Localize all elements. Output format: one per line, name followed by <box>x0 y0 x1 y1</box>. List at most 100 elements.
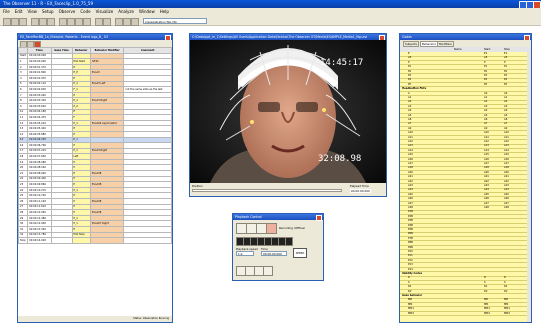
code-name: A9 <box>408 126 412 130</box>
code-name: P1 <box>408 65 412 69</box>
code-start-key: P5 <box>484 82 488 86</box>
code-stop-key: S <box>504 280 506 284</box>
layout-icon[interactable] <box>123 18 131 26</box>
comment-cell[interactable] <box>123 237 172 244</box>
code-name: MM2 <box>408 311 414 315</box>
menu-setup[interactable]: Setup <box>42 9 54 14</box>
code-stop-key: MB <box>504 298 508 302</box>
elapsed-value: 00:00:00.000 <box>350 189 371 193</box>
code-name: A <box>408 91 410 95</box>
stop-icon[interactable] <box>266 223 277 234</box>
stop-observation-icon[interactable] <box>103 18 111 26</box>
code-start-key: P4 <box>484 78 488 82</box>
code-name: A10 <box>408 131 413 135</box>
event-log-window: EX_FaceRecBB_1a_Eldeplot, Roberts - Even… <box>17 33 173 323</box>
code-stop-key: D <box>504 276 506 280</box>
playback-title: Playback Control <box>233 214 323 220</box>
row-number[interactable]: Stop <box>18 237 29 244</box>
code-name: A5 <box>408 56 412 60</box>
code-stop-key: P4 <box>504 78 508 82</box>
main-toolbar: preregistration fbp.lrtp <box>0 16 541 26</box>
video-window: C:\Data\ppt_m_1\Settings\All Users\Appli… <box>189 33 387 197</box>
observe-icon[interactable] <box>67 18 75 26</box>
save-icon[interactable] <box>19 18 27 26</box>
open-icon[interactable] <box>11 18 19 26</box>
code-stop-key: A14 <box>504 148 509 152</box>
code-stop-key: P5 <box>504 82 508 86</box>
code-start-key: P <box>484 60 486 64</box>
menu-code[interactable]: Code <box>80 9 90 14</box>
menu-observe[interactable]: Observe <box>59 9 76 14</box>
code-start-key: D1 <box>484 285 488 289</box>
start-observation-icon[interactable] <box>95 18 103 26</box>
code-start-key: MB <box>484 298 488 302</box>
new-icon[interactable] <box>3 18 11 26</box>
cut-icon[interactable] <box>31 18 39 26</box>
visualize-icon[interactable] <box>75 18 83 26</box>
settings-icon[interactable] <box>263 266 273 276</box>
close-icon[interactable] <box>316 215 322 221</box>
code-name: A18 <box>408 166 413 170</box>
codes-list: E E1 E1 A5 A5 A5 P P P P1 P1 P1 P2 P2 P2 P3 P3 P3 P4 P4 P4 P5… <box>400 52 527 322</box>
modifier-cell[interactable] <box>89 237 125 244</box>
code-name: P13 <box>408 263 413 267</box>
code-start-key: MM <box>484 302 489 306</box>
code-start-key: A14 <box>484 148 489 152</box>
code-name: A5 <box>408 113 412 117</box>
code-start-key: A25 <box>484 192 489 196</box>
video-status: Position Elapsed Time 00:00:00.000 <box>190 183 386 196</box>
code-stop-key: A25 <box>504 192 509 196</box>
project-explorer-icon[interactable] <box>59 18 67 26</box>
code-stop-key: A22 <box>504 179 509 183</box>
help-icon[interactable] <box>131 18 139 26</box>
code-name: P9B <box>408 245 413 249</box>
code-stop-key: A27 <box>504 201 509 205</box>
code-start-key: D <box>484 276 486 280</box>
code-stop-key: A9 <box>504 126 508 130</box>
menu-edit[interactable]: Edit <box>15 9 23 14</box>
menu-window[interactable]: Window <box>139 9 155 14</box>
speed-mode-button[interactable]: SPEED <box>293 248 307 258</box>
behavior-cell[interactable] <box>71 237 91 244</box>
code-start-key: A2 <box>484 100 488 104</box>
status-bar: Status: Observation Running <box>18 316 172 322</box>
code-stop-key: D1 <box>504 285 508 289</box>
menu-visualize[interactable]: Visualize <box>96 9 114 14</box>
copy-icon[interactable] <box>39 18 47 26</box>
code-name: A26 <box>408 197 413 201</box>
paste-icon[interactable] <box>47 18 55 26</box>
code-start-key: A5 <box>484 56 488 60</box>
code-stop-key: A3 <box>504 104 508 108</box>
code-start-key: A16 <box>484 157 489 161</box>
code-stop-key: A21 <box>504 175 509 179</box>
analyze-icon[interactable] <box>83 18 91 26</box>
table-row[interactable]: Stop 00:00:14.000 <box>18 237 172 244</box>
sync-icon[interactable] <box>115 18 123 26</box>
video-frame[interactable]: 14:45:17 32:08.98 <box>190 40 386 183</box>
list-item[interactable]: MM2 MM2 MM2 <box>400 312 527 317</box>
menu-help[interactable]: Help <box>160 9 169 14</box>
code-start-key: A24 <box>484 188 489 192</box>
code-stop-key: A4 <box>504 109 508 113</box>
code-stop-key: A20 <box>504 170 509 174</box>
menu-file[interactable]: File <box>3 9 10 14</box>
code-name: P12 <box>408 258 413 262</box>
time-input[interactable]: 00:00:00.000 <box>261 251 287 256</box>
menu-view[interactable]: View <box>27 9 37 14</box>
speed-input[interactable]: 1.0 <box>236 251 254 256</box>
time-cell[interactable]: 00:00:14.000 <box>27 237 52 244</box>
project-selector[interactable]: preregistration fbp.lrtp <box>143 18 207 24</box>
position-slider[interactable] <box>192 189 342 192</box>
code-start-key: A3 <box>484 104 488 108</box>
code-start-key: MM1 <box>484 307 490 311</box>
menu-analyze[interactable]: Analyze <box>118 9 134 14</box>
skip-end-icon[interactable] <box>285 237 293 246</box>
gaze-time-cell[interactable] <box>50 237 73 244</box>
code-stop-key: A7 <box>504 122 508 126</box>
code-name: MM <box>408 302 413 306</box>
code-stop-key: A18 <box>504 166 509 170</box>
code-start-key: A20 <box>484 170 489 174</box>
code-name: Gaze behavior <box>402 294 423 297</box>
code-stop-key: A2 <box>504 100 508 104</box>
codes-scrollbar[interactable] <box>527 52 531 322</box>
